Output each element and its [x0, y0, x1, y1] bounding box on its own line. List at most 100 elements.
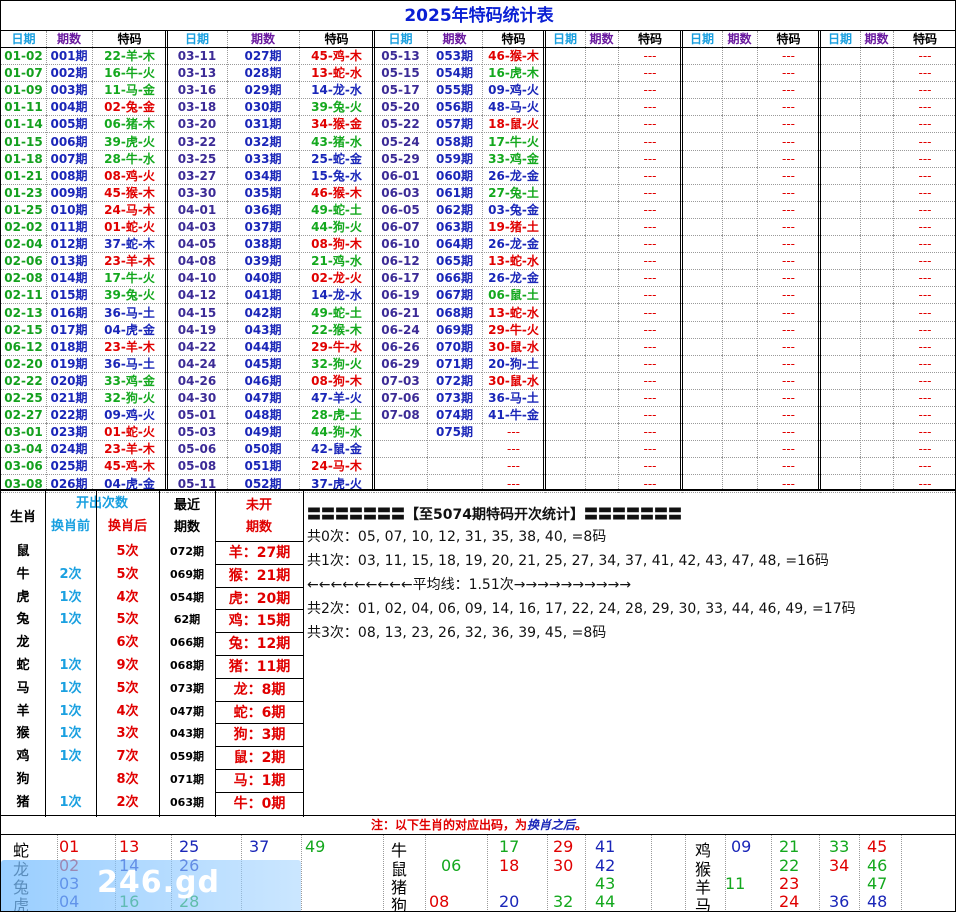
cell-period: 017期 — [46, 322, 92, 339]
cell-special: 36-马-土 — [482, 390, 545, 407]
mapping-cell: 17 — [499, 837, 520, 856]
cell-date: 02-04 — [1, 236, 46, 254]
missing-periods: 猪：11期 — [215, 655, 303, 677]
cell-empty — [545, 82, 585, 100]
cell-empty — [585, 441, 618, 459]
cell-date: 01-07 — [1, 65, 46, 83]
cell-special-empty: --- — [893, 424, 955, 442]
cell-period: 070期 — [427, 339, 482, 356]
cell-empty — [585, 253, 618, 271]
watermark-text: 246.gd — [97, 865, 220, 900]
cell-special: 46-猴-木 — [299, 185, 374, 202]
mapping-cell: 06 — [441, 856, 462, 875]
cell-period: 029期 — [227, 82, 299, 100]
cell-special-empty: --- — [757, 151, 820, 168]
cell-empty — [722, 82, 757, 100]
missing-header: 未开期数 — [245, 498, 272, 535]
cell-special-empty: --- — [893, 305, 955, 322]
cell-date: 02-15 — [1, 322, 46, 339]
cell-special-empty: --- — [757, 441, 820, 459]
cell-empty — [860, 151, 893, 168]
count-before: 1次 — [59, 726, 82, 742]
before-header: 换肖前 — [50, 519, 90, 534]
cell-special-empty: --- — [893, 373, 955, 390]
mapping-cell: 23 — [779, 874, 800, 893]
header-period: 期数 — [46, 31, 92, 48]
cell-empty — [545, 202, 585, 219]
count-before: 1次 — [59, 703, 82, 719]
cell-empty — [860, 168, 893, 185]
cell-special-empty: --- — [757, 202, 820, 219]
cell-special: 42-鼠-金 — [299, 441, 374, 459]
cell-special: 46-猴-木 — [482, 48, 545, 65]
cell-period: 040期 — [227, 270, 299, 288]
mapping-cell: 48 — [867, 892, 888, 911]
cell-empty — [682, 322, 722, 339]
cell-empty — [820, 424, 860, 442]
mapping-divider — [487, 835, 488, 911]
cell-special: 16-虎-木 — [482, 65, 545, 83]
header-date: 日期 — [682, 31, 722, 48]
mapping-divider — [585, 835, 586, 911]
cell-special: 32-狗-火 — [299, 356, 374, 373]
cell-special-empty: --- — [757, 219, 820, 236]
mapping-divider — [859, 835, 860, 911]
cell-empty — [682, 202, 722, 219]
cell-empty — [682, 236, 722, 254]
cell-empty — [722, 151, 757, 168]
mapping-divider — [651, 835, 652, 911]
count-after: 5次 — [116, 612, 139, 628]
header-date: 日期 — [167, 31, 227, 48]
recent-period: 059期 — [170, 750, 204, 764]
cell-period: 066期 — [427, 270, 482, 288]
cell-period: 035期 — [227, 185, 299, 202]
cell-special-empty: --- — [893, 287, 955, 305]
cell-empty — [860, 202, 893, 219]
cell-empty — [585, 65, 618, 83]
cell-special-empty: --- — [757, 185, 820, 202]
cell-period: 011期 — [46, 219, 92, 236]
cell-special-empty: --- — [618, 407, 682, 425]
cell-date: 02-02 — [1, 219, 46, 236]
cell-empty — [585, 322, 618, 339]
mapping-cell: 01 — [59, 837, 80, 856]
cell-period: 003期 — [46, 82, 92, 100]
cell-empty — [722, 407, 757, 425]
cell-empty — [722, 99, 757, 117]
cell-empty — [722, 219, 757, 236]
block-separator — [165, 31, 168, 489]
cell-date: 06-17 — [374, 270, 427, 288]
mapping-cell: 狗 — [391, 896, 408, 912]
cell-special: 03-兔-金 — [482, 202, 545, 219]
cell-empty — [682, 390, 722, 407]
cell-date: 01-11 — [1, 99, 46, 117]
cell-empty — [545, 48, 585, 65]
cell-period: 009期 — [46, 185, 92, 202]
cell-special: 39-兔-火 — [92, 287, 167, 305]
cell-empty — [682, 458, 722, 476]
mapping-divider — [901, 835, 902, 911]
cell-empty — [820, 99, 860, 117]
cell-period: 065期 — [427, 253, 482, 271]
cell-empty — [722, 48, 757, 65]
count-before: 1次 — [59, 658, 82, 673]
header-date: 日期 — [374, 31, 427, 48]
cell-period: 027期 — [227, 48, 299, 65]
cell-special: 33-鸡-金 — [92, 373, 167, 390]
cell-special: 47-羊-火 — [299, 390, 374, 407]
header-special: 特码 — [299, 31, 374, 48]
cell-date: 03-25 — [167, 151, 227, 168]
cell-date: 06-10 — [374, 236, 427, 254]
cell-period: 008期 — [46, 168, 92, 185]
cell-special: 15-兔-水 — [299, 168, 374, 185]
cell-special-empty: --- — [893, 322, 955, 339]
zodiac-name: 虎 — [16, 589, 30, 605]
cell-special: 18-鼠-火 — [482, 116, 545, 134]
cell-date: 02-22 — [1, 373, 46, 390]
cell-empty — [545, 322, 585, 339]
cell-empty — [722, 185, 757, 202]
column-divider — [860, 31, 861, 489]
cell-empty — [722, 236, 757, 254]
header-period: 期数 — [427, 31, 482, 48]
cell-date: 03-01 — [1, 424, 46, 442]
